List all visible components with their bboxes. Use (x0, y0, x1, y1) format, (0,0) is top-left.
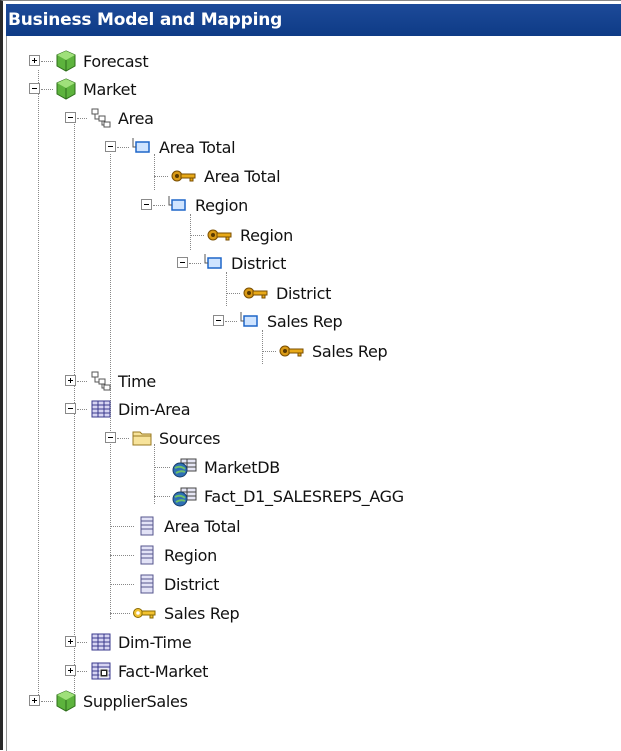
tree-node-marketdb[interactable]: MarketDB (7, 454, 280, 480)
node-label: SupplierSales (83, 691, 188, 711)
node-label: Fact_D1_SALESREPS_AGG (204, 486, 404, 506)
tree-node-area[interactable]: Area (7, 105, 154, 131)
tree-node-column-region[interactable]: Region (7, 542, 217, 568)
node-label: Dim-Area (118, 399, 191, 419)
node-label: Sales Rep (267, 311, 343, 331)
collapse-icon[interactable] (65, 112, 76, 123)
green-cube-icon (55, 50, 77, 72)
expand-icon[interactable] (65, 665, 76, 676)
tree-node-area-total-key[interactable]: Area Total (7, 163, 281, 189)
node-label: District (231, 253, 287, 273)
table-source-icon (172, 485, 198, 507)
column-icon (136, 544, 158, 566)
node-label: Area (118, 108, 154, 128)
key-icon (206, 224, 234, 246)
folder-icon (131, 427, 153, 449)
business-model-panel: Business Model and Mapping Forecast Mark… (0, 0, 621, 751)
node-label: Market (83, 79, 137, 99)
tree-node-dim-area[interactable]: Dim-Area (7, 396, 191, 422)
tree-node-fact-d1-salesreps-agg[interactable]: Fact_D1_SALESREPS_AGG (7, 483, 404, 509)
collapse-icon[interactable] (29, 83, 40, 94)
collapse-icon[interactable] (105, 432, 116, 443)
tree-node-salesrep-key[interactable]: Sales Rep (7, 338, 388, 364)
node-label: Time (118, 371, 156, 391)
level-icon (167, 194, 189, 216)
tree-node-column-district[interactable]: District (7, 571, 219, 597)
key-icon (242, 282, 270, 304)
tree-node-region-key[interactable]: Region (7, 222, 293, 248)
collapse-icon[interactable] (177, 257, 188, 268)
expand-icon[interactable] (65, 636, 76, 647)
node-label: Sales Rep (164, 603, 240, 623)
dimension-hierarchy-icon (90, 107, 112, 129)
green-cube-icon (55, 690, 77, 712)
key-icon (132, 602, 158, 624)
tree-node-district-key[interactable]: District (7, 280, 331, 306)
green-cube-icon (55, 78, 77, 100)
tree-node-time[interactable]: Time (7, 368, 156, 394)
logical-table-icon (90, 398, 112, 420)
tree-node-market[interactable]: Market (7, 76, 137, 102)
fact-table-icon (90, 660, 112, 682)
tree-node-district-level[interactable]: District (7, 250, 286, 276)
tree-node-fact-market[interactable]: Fact-Market (7, 658, 208, 684)
level-icon (239, 310, 261, 332)
tree-view[interactable]: Forecast Market Area Area Total Area Tot… (6, 36, 621, 751)
node-label: Dim-Time (118, 632, 192, 652)
tree-node-forecast[interactable]: Forecast (7, 48, 149, 74)
tree-node-column-sales-rep[interactable]: Sales Rep (7, 600, 240, 626)
table-source-icon (172, 456, 198, 478)
column-icon (136, 515, 158, 537)
node-label: Area Total (204, 166, 281, 186)
level-icon (131, 136, 153, 158)
collapse-icon[interactable] (141, 199, 152, 210)
node-label: Sales Rep (312, 341, 388, 361)
node-label: Region (195, 195, 248, 215)
node-label: Region (240, 225, 293, 245)
panel-title: Business Model and Mapping (6, 4, 621, 36)
dimension-hierarchy-icon (90, 370, 112, 392)
tree-node-region-level[interactable]: Region (7, 192, 248, 218)
collapse-icon[interactable] (65, 403, 76, 414)
tree-node-area-total-level[interactable]: Area Total (7, 134, 236, 160)
node-label: District (276, 283, 332, 303)
node-label: Region (164, 545, 217, 565)
tree-node-column-area-total[interactable]: Area Total (7, 513, 241, 539)
node-label: Area Total (159, 137, 236, 157)
key-icon (170, 165, 198, 187)
expand-icon[interactable] (29, 695, 40, 706)
collapse-icon[interactable] (105, 141, 116, 152)
node-label: Area Total (164, 516, 241, 536)
tree-node-sources[interactable]: Sources (7, 425, 221, 451)
expand-icon[interactable] (65, 375, 76, 386)
node-label: MarketDB (204, 457, 280, 477)
node-label: Fact-Market (118, 661, 209, 681)
node-label: District (164, 574, 220, 594)
node-label: Sources (159, 428, 221, 448)
tree-node-salesrep-level[interactable]: Sales Rep (7, 308, 343, 334)
collapse-icon[interactable] (213, 315, 224, 326)
expand-icon[interactable] (29, 55, 40, 66)
logical-table-icon (90, 631, 112, 653)
column-icon (136, 573, 158, 595)
node-label: Forecast (83, 51, 149, 71)
tree-node-dim-time[interactable]: Dim-Time (7, 629, 192, 655)
key-icon (278, 340, 306, 362)
tree-node-suppliersales[interactable]: SupplierSales (7, 688, 188, 714)
level-icon (203, 252, 225, 274)
